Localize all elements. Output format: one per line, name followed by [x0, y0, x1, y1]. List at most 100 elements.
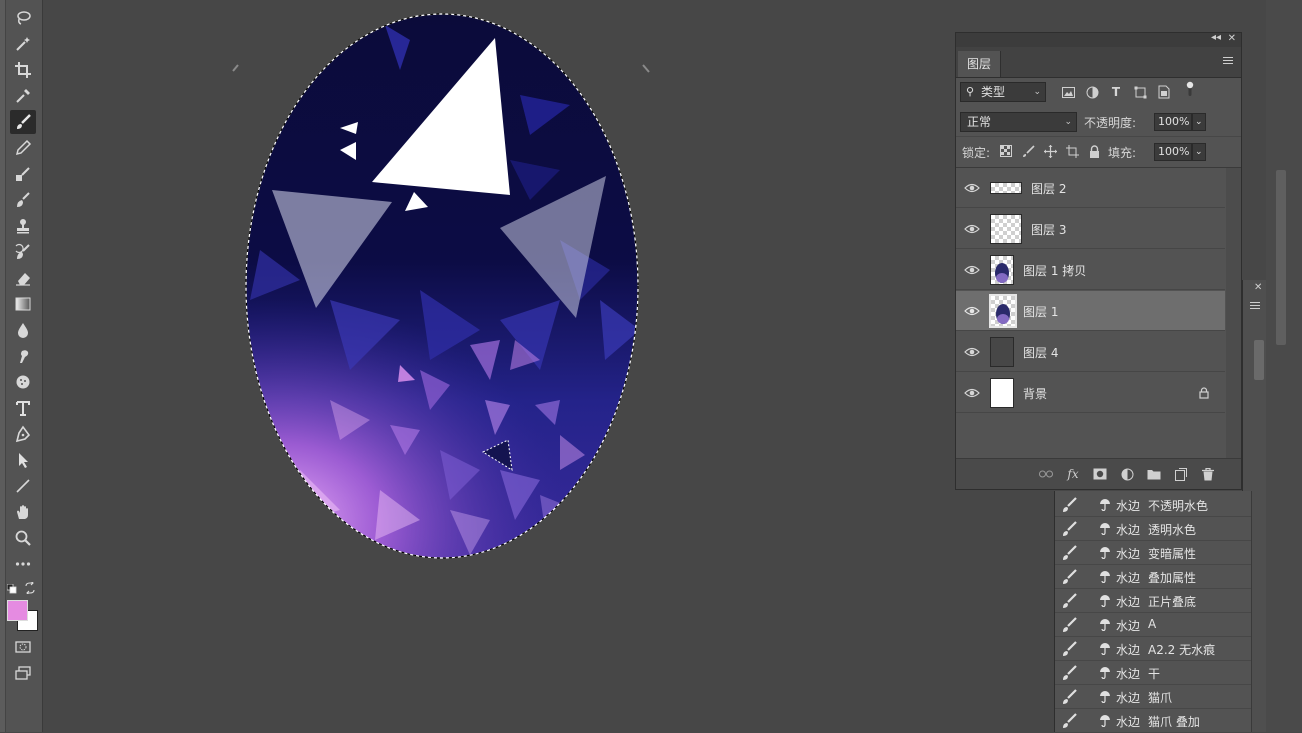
- panel-menu-icon[interactable]: [1250, 302, 1260, 310]
- brush-preset-item[interactable]: 水边 猫爪: [1055, 685, 1251, 709]
- line-tool-icon[interactable]: [10, 474, 36, 498]
- quick-mask-icon[interactable]: [10, 635, 36, 659]
- magic-wand-tool-icon[interactable]: [10, 32, 36, 56]
- brush-group-label: 水边: [1116, 595, 1141, 609]
- brush-preset-item[interactable]: 水边 猫爪 叠加: [1055, 709, 1251, 733]
- type-tool-icon[interactable]: [10, 396, 36, 420]
- brush-group-label: 水边: [1116, 499, 1141, 513]
- brush-preset-name: 变暗属性: [1148, 547, 1197, 561]
- swap-colors-icon[interactable]: [24, 580, 36, 596]
- brush-preset-item[interactable]: 水边 变暗属性: [1055, 541, 1251, 565]
- lasso-tool-icon[interactable]: [10, 6, 36, 30]
- gradient-tool-icon[interactable]: [10, 292, 36, 316]
- close-panel-icon[interactable]: ✕: [1228, 33, 1236, 44]
- adjustment-layer-icon[interactable]: [1119, 466, 1135, 482]
- brush-group-label: 水边: [1116, 667, 1141, 681]
- filter-toggle-icon[interactable]: [1182, 81, 1198, 97]
- new-layer-icon[interactable]: [1173, 466, 1189, 482]
- fill-input[interactable]: 100%: [1154, 143, 1192, 161]
- brush-icon: [1061, 641, 1077, 657]
- brush-preset-item[interactable]: 水边 不透明水色: [1055, 493, 1251, 517]
- clone-stamp-tool-icon[interactable]: [10, 214, 36, 238]
- brush-preset-item[interactable]: 水边 正片叠底: [1055, 589, 1251, 613]
- visibility-eye-icon[interactable]: [964, 304, 980, 318]
- brush-preset-item[interactable]: 水边 A2.2 无水痕: [1055, 637, 1251, 661]
- brush-preset-item[interactable]: 水边 透明水色: [1055, 517, 1251, 541]
- visibility-eye-icon[interactable]: [964, 181, 980, 195]
- layer-style-fx-icon[interactable]: fx: [1065, 466, 1081, 482]
- default-colors-icon[interactable]: [6, 583, 17, 594]
- filter-type-icon[interactable]: T: [1108, 84, 1124, 100]
- crop-tool-icon[interactable]: [10, 58, 36, 82]
- brush-icon: [1061, 545, 1077, 561]
- filter-kind-select[interactable]: ⚲ 类型 ⌄: [960, 82, 1046, 102]
- pencil-tool-icon[interactable]: [10, 136, 36, 160]
- layer-row[interactable]: 图层 4: [956, 332, 1225, 372]
- panel-titlebar[interactable]: ◂◂ ✕: [956, 32, 1241, 47]
- opacity-input[interactable]: 100%: [1154, 113, 1192, 131]
- blur-tool-icon[interactable]: [10, 318, 36, 342]
- sponge-tool-icon[interactable]: [10, 370, 36, 394]
- dock-scrollbar[interactable]: [1276, 170, 1286, 345]
- layer-row-selected[interactable]: 图层 1: [956, 291, 1225, 331]
- screen-mode-icon[interactable]: [10, 661, 36, 685]
- fill-dropdown[interactable]: ⌄: [1192, 143, 1206, 161]
- umbrella-icon: [1099, 522, 1111, 536]
- lock-artboard-icon[interactable]: [1064, 143, 1080, 159]
- filter-pixel-icon[interactable]: [1060, 84, 1076, 100]
- filter-shape-icon[interactable]: [1132, 84, 1148, 100]
- visibility-eye-icon[interactable]: [964, 386, 980, 400]
- lock-position-icon[interactable]: [1042, 143, 1058, 159]
- lock-image-pixels-icon[interactable]: [1020, 143, 1036, 159]
- delete-layer-trash-icon[interactable]: [1200, 466, 1216, 482]
- chevron-down-icon: ⌄: [1064, 117, 1072, 127]
- filter-smart-object-icon[interactable]: [1156, 84, 1172, 100]
- layer-thumbnail: [990, 182, 1022, 194]
- close-icon[interactable]: ✕: [1254, 282, 1262, 293]
- foreground-color-swatch[interactable]: [7, 600, 28, 621]
- brush-icon: [1061, 497, 1077, 513]
- scrollbar-thumb[interactable]: [1254, 340, 1264, 380]
- lock-transparent-pixels-icon[interactable]: [998, 143, 1014, 159]
- brush-preset-name: 猫爪 叠加: [1148, 715, 1200, 729]
- brush-preset-name: 干: [1148, 667, 1161, 681]
- healing-brush-tool-icon[interactable]: [10, 188, 36, 212]
- layers-scrollbar-track[interactable]: [1226, 168, 1241, 458]
- brush-preset-name: 不透明水色: [1148, 499, 1209, 513]
- add-mask-icon[interactable]: [1092, 466, 1108, 482]
- opacity-dropdown[interactable]: ⌄: [1192, 113, 1206, 131]
- new-group-folder-icon[interactable]: [1146, 466, 1162, 482]
- layers-footer: fx: [956, 458, 1241, 489]
- lock-all-icon[interactable]: [1086, 143, 1102, 159]
- document-canvas[interactable]: [43, 0, 953, 732]
- history-brush-tool-icon[interactable]: [10, 240, 36, 264]
- hand-tool-icon[interactable]: [10, 500, 36, 524]
- blend-mode-select[interactable]: 正常 ⌄: [960, 112, 1077, 132]
- tab-layers[interactable]: 图层: [958, 51, 1001, 77]
- brush-preset-item[interactable]: 水边 A: [1055, 613, 1251, 637]
- visibility-eye-icon[interactable]: [964, 263, 980, 277]
- brush-preset-item[interactable]: 水边 叠加属性: [1055, 565, 1251, 589]
- collapse-panel-icon[interactable]: ◂◂: [1211, 32, 1221, 43]
- brush-tool-icon[interactable]: [10, 110, 36, 134]
- eyedropper-tool-icon[interactable]: [10, 84, 36, 108]
- layer-row[interactable]: 图层 1 拷贝: [956, 250, 1225, 290]
- pen-tool-icon[interactable]: [10, 422, 36, 446]
- mixer-brush-tool-icon[interactable]: [10, 162, 36, 186]
- eraser-tool-icon[interactable]: [10, 266, 36, 290]
- layer-row[interactable]: 图层 3: [956, 209, 1225, 249]
- smudge-tool-icon[interactable]: [10, 344, 36, 368]
- path-selection-tool-icon[interactable]: [10, 448, 36, 472]
- link-layers-icon[interactable]: [1038, 466, 1054, 482]
- visibility-eye-icon[interactable]: [964, 222, 980, 236]
- layer-row[interactable]: 图层 2: [956, 168, 1225, 208]
- panel-menu-icon[interactable]: [1223, 57, 1233, 65]
- zoom-tool-icon[interactable]: [10, 526, 36, 550]
- more-tools-icon[interactable]: [10, 552, 36, 576]
- filter-adjustment-icon[interactable]: [1084, 84, 1100, 100]
- layer-row[interactable]: 背景: [956, 373, 1225, 413]
- visibility-eye-icon[interactable]: [964, 345, 980, 359]
- brush-preset-item[interactable]: 水边干: [1055, 661, 1251, 685]
- blend-row: 正常 ⌄ 不透明度: 100% ⌄: [956, 108, 1241, 136]
- brush-group-label: 水边: [1116, 619, 1141, 633]
